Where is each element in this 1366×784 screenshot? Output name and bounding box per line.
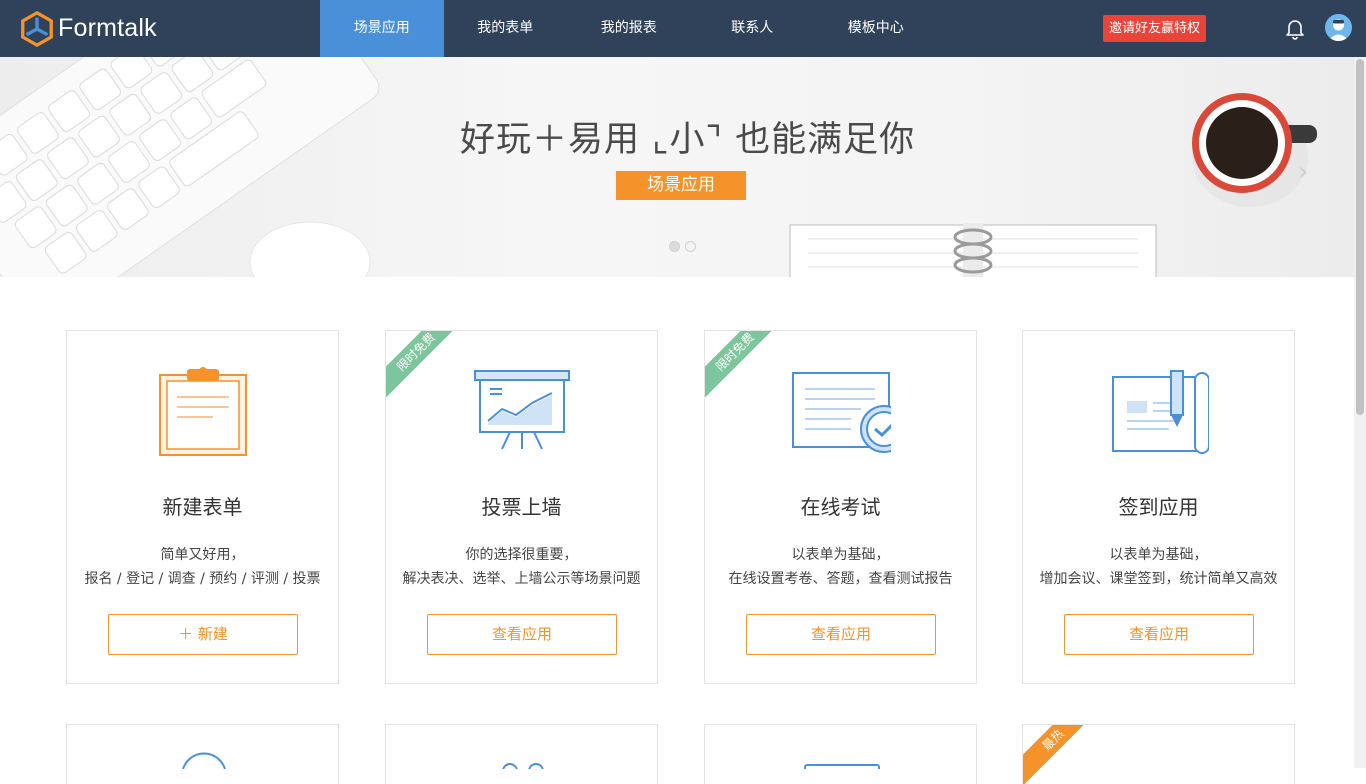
page-scrollbar[interactable] — [1354, 57, 1366, 768]
card-title: 在线考试 — [800, 495, 881, 519]
view-app-button[interactable]: 查看应用 — [746, 614, 936, 655]
card-description: 以表单为基础， 在线设置考卷、答题，查看测试报告 — [705, 543, 976, 591]
card-title: 新建表单 — [162, 495, 243, 519]
carousel-dot-2[interactable] — [685, 241, 696, 252]
card-title: 签到应用 — [1118, 495, 1199, 519]
view-app-button[interactable]: 查看应用 — [1064, 614, 1254, 655]
carousel-dots — [669, 241, 696, 252]
card-desc-line: 解决表决、选举、上墙公示等场景问题 — [402, 571, 641, 587]
card-desc-line: 简单又好用， — [160, 547, 245, 563]
card-online-exam[interactable]: 限时免费 在线考试 以表单为基础， 在线设置考卷、答题，查看测试报告 查看应用 — [704, 330, 977, 684]
banner-title: 好玩＋易用 ⌞小⌝ 也能满足你 — [460, 120, 916, 160]
main-nav: 场景应用 我的表单 我的报表 联系人 模板中心 — [320, 0, 938, 57]
carousel-next-icon[interactable]: › — [1298, 157, 1308, 187]
nav-item-scene-apps[interactable]: 场景应用 — [320, 0, 444, 57]
presentation-board-icon — [474, 370, 570, 450]
user-avatar-icon[interactable] — [1325, 14, 1352, 41]
top-nav: Formtalk 场景应用 我的表单 我的报表 联系人 模板中心 邀请好友赢特权 — [0, 0, 1366, 57]
nav-item-my-reports[interactable]: 我的报表 — [567, 0, 691, 57]
notebook-illustration — [789, 223, 1157, 277]
banner-scene-apps-button[interactable]: 场景应用 — [616, 171, 746, 200]
card-desc-line: 以表单为基础， — [791, 547, 890, 563]
limited-free-ribbon: 限时免费 — [705, 331, 786, 403]
nav-item-contacts[interactable]: 联系人 — [691, 0, 815, 57]
card-sign-in[interactable]: 签到应用 以表单为基础， 增加会议、课堂签到，统计简单又高效 查看应用 — [1022, 330, 1295, 684]
clipboard-icon — [159, 367, 247, 456]
formtalk-logo-icon — [21, 10, 53, 47]
sign-in-scroll-icon — [1112, 370, 1209, 454]
view-app-button[interactable]: 查看应用 — [427, 614, 617, 655]
card-row2-1[interactable] — [66, 724, 339, 784]
nav-item-template-center[interactable]: 模板中心 — [814, 0, 938, 57]
card-desc-line: 报名 / 登记 / 调查 / 预约 / 评测 / 投票 — [84, 571, 321, 587]
card-row2-2[interactable] — [385, 724, 658, 784]
card-icon-partial — [182, 752, 226, 770]
card-desc-line: 增加会议、课堂签到，统计简单又高效 — [1039, 571, 1278, 587]
logo-text: Formtalk — [58, 14, 157, 42]
keyboard-illustration — [0, 57, 380, 277]
limited-free-ribbon: 限时免费 — [386, 331, 467, 403]
card-new-form[interactable]: 新建表单 简单又好用， 报名 / 登记 / 调查 / 预约 / 评测 / 投票 … — [66, 330, 339, 684]
card-vote-wall[interactable]: 限时免费 投票上墙 你的选择很重要， 解决表决、选举、上墙公示等场景问题 查看应… — [385, 330, 658, 684]
scrollbar-thumb[interactable] — [1356, 59, 1364, 415]
card-row2-4[interactable]: 最热 — [1022, 724, 1295, 784]
coffee-cup-illustration — [1192, 93, 1317, 207]
card-description: 你的选择很重要， 解决表决、选举、上墙公示等场景问题 — [386, 543, 657, 591]
nav-item-my-forms[interactable]: 我的表单 — [444, 0, 568, 57]
invite-friends-button[interactable]: 邀请好友赢特权 — [1103, 15, 1207, 42]
card-desc-line: 在线设置考卷、答题，查看测试报告 — [728, 571, 953, 587]
card-description: 以表单为基础， 增加会议、课堂签到，统计简单又高效 — [1023, 543, 1294, 591]
card-desc-line: 你的选择很重要， — [465, 547, 578, 563]
formtalk-logo[interactable]: Formtalk — [18, 8, 157, 49]
card-row2-3[interactable] — [704, 724, 977, 784]
card-icon-partial — [804, 764, 880, 769]
card-icon-partial — [502, 763, 544, 779]
card-title: 投票上墙 — [481, 495, 562, 519]
bell-icon[interactable] — [1283, 16, 1307, 40]
card-description: 简单又好用， 报名 / 登记 / 调查 / 预约 / 评测 / 投票 — [67, 543, 338, 591]
hot-ribbon: 最热 — [1023, 725, 1104, 784]
carousel-dot-1[interactable] — [669, 241, 680, 252]
exam-check-icon — [792, 372, 891, 453]
hero-banner: 好玩＋易用 ⌞小⌝ 也能满足你 场景应用 › — [0, 57, 1354, 277]
card-desc-line: 以表单为基础， — [1109, 547, 1208, 563]
new-form-button[interactable]: ＋ 新建 — [108, 614, 298, 655]
